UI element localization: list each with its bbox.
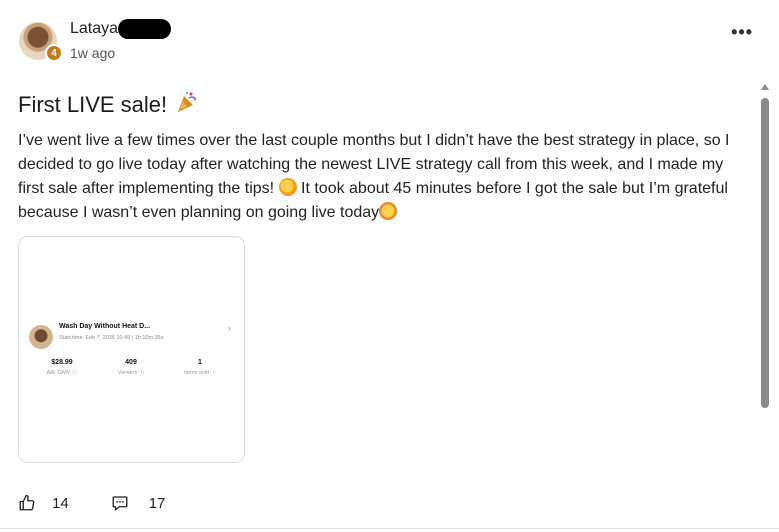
scrollbar-thumb[interactable] xyxy=(761,98,769,408)
stat-label: Items sold ⓘ xyxy=(183,370,217,376)
stat-label: Attr. GMV ⓘ xyxy=(46,370,78,376)
redacted-surname xyxy=(118,19,171,39)
stat-value: $28.99 xyxy=(51,359,73,366)
stat-gmv: $28.99 Attr. GMV ⓘ xyxy=(32,359,92,376)
crying-face-icon xyxy=(379,202,398,220)
stat-label: Viewers ⓘ xyxy=(117,370,145,376)
stat-viewers: 409 Viewers ⓘ xyxy=(101,359,161,376)
comment-count[interactable]: 17 xyxy=(149,495,166,512)
post-title-text: First LIVE sale! xyxy=(18,92,168,117)
live-start-time: Start time: Feb 7, 2026 10:49 | 1h 10m 3… xyxy=(59,335,164,341)
party-popper-icon xyxy=(178,91,197,112)
comment-icon[interactable] xyxy=(111,494,129,512)
bottom-divider xyxy=(0,528,779,529)
thumbs-up-icon[interactable] xyxy=(18,494,36,512)
post-title: First LIVE sale! xyxy=(18,90,199,118)
face-blowing-kiss-icon xyxy=(278,178,297,196)
post-time: 1w ago xyxy=(70,45,116,61)
attachment-image-card[interactable]: Wash Day Without Heat D... Start time: F… xyxy=(18,236,245,463)
like-count[interactable]: 14 xyxy=(52,495,69,512)
live-show-title: Wash Day Without Heat D... xyxy=(59,323,151,330)
level-badge: 4 xyxy=(45,44,63,62)
post-body: I’ve went live a few times over the last… xyxy=(18,129,753,225)
author-name[interactable]: Lataya xyxy=(70,20,118,38)
scroll-up-arrow[interactable] xyxy=(761,84,769,90)
stat-items-sold: 1 Items sold ⓘ xyxy=(170,359,230,376)
stat-value: 409 xyxy=(125,359,137,366)
chevron-right-icon: › xyxy=(228,323,231,333)
engagement-bar: 14 17 xyxy=(18,494,165,512)
live-host-avatar xyxy=(29,325,53,349)
stat-value: 1 xyxy=(198,359,202,366)
more-options-button[interactable]: ••• xyxy=(731,22,753,43)
